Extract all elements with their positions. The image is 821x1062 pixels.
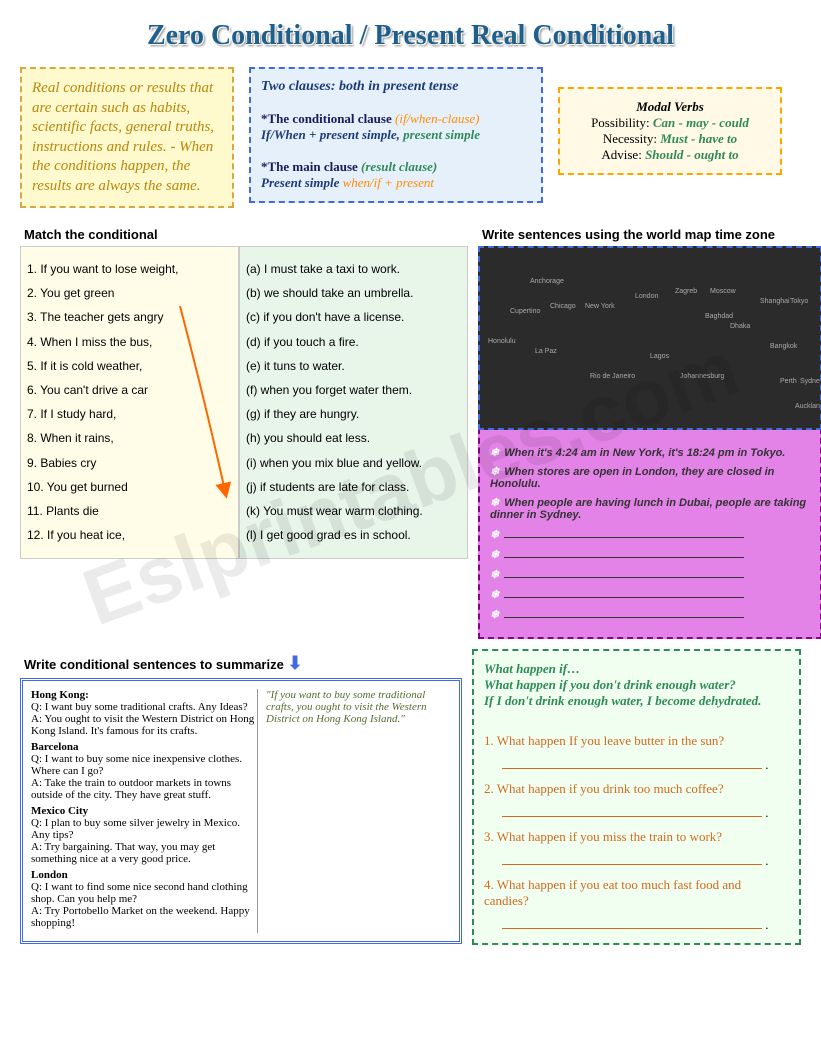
modal-p2v: Must - have to (660, 131, 737, 146)
whatif-blank[interactable] (502, 928, 762, 929)
clause-line2b: present simple (403, 127, 480, 142)
timezone-blank[interactable]: ❄ (490, 567, 810, 581)
timezone-blank[interactable]: ❄ (490, 607, 810, 621)
whatif-blank[interactable] (502, 816, 762, 817)
intro-box: Real conditions or results that are cert… (20, 67, 234, 208)
modal-p1: Possibility: (591, 115, 653, 130)
match-box: 1. If you want to lose weight, 2. You get… (20, 246, 468, 559)
world-map-image: Anchorage Cupertino Chicago New York Hon… (478, 246, 821, 430)
match-right-item: (f) when you forget water them. (246, 381, 461, 400)
summarize-city: LondonQ: I want to find some nice second… (31, 869, 257, 929)
match-left-column: 1. If you want to lose weight, 2. You get… (20, 246, 239, 559)
clause-line4: Present simple (261, 175, 343, 190)
match-right-item: (e) it tuns to water. (246, 357, 461, 376)
match-right-item: (d) if you touch a fire. (246, 333, 461, 352)
match-right-item: (k) You must wear warm clothing. (246, 502, 461, 521)
match-left-item: 4. When I miss the bus, (27, 333, 232, 352)
summarize-city: Mexico CityQ: I plan to buy some silver … (31, 805, 257, 865)
timezone-example: ❄When people are having lunch in Dubai, … (490, 496, 810, 521)
clauses-box: Two clauses: both in present tense *The … (249, 67, 543, 203)
clause-line2: If/When + present simple, (261, 127, 403, 142)
timezone-example: ❄When stores are open in London, they ar… (490, 465, 810, 490)
match-right-item: (i) when you mix blue and yellow. (246, 454, 461, 473)
match-left-item: 2. You get green (27, 284, 232, 303)
timezone-blank[interactable]: ❄ (490, 547, 810, 561)
summarize-example: "If you want to buy some traditional cra… (257, 689, 451, 933)
match-right-item: (a) I must take a taxi to work. (246, 260, 461, 279)
timezone-examples-box: ❄When it's 4:24 am in New York, it's 18:… (478, 428, 821, 639)
match-left-item: 11. Plants die (27, 502, 232, 521)
match-left-item: 8. When it rains, (27, 429, 232, 448)
modal-p3v: Should - ought to (645, 147, 739, 162)
match-left-item: 1. If you want to lose weight, (27, 260, 232, 279)
whatif-question: 3. What happen if you miss the train to … (484, 829, 789, 845)
whatif-question: 1. What happen If you leave butter in th… (484, 733, 789, 749)
match-right-item: (l) I get good grad es in school. (246, 526, 461, 545)
modal-box: Modal Verbs Possibility: Can - may - cou… (558, 87, 782, 175)
modal-p2: Necessity: (603, 131, 660, 146)
match-right-item: (j) if students are late for class. (246, 478, 461, 497)
whatif-blank[interactable] (502, 864, 762, 865)
whatif-ex1: What happen if you don't drink enough wa… (484, 677, 789, 693)
clause-line1: *The conditional clause (261, 111, 395, 126)
timezone-blank[interactable]: ❄ (490, 587, 810, 601)
clause-line4b: when/if + present (343, 175, 434, 190)
match-left-item: 7. If I study hard, (27, 405, 232, 424)
match-header: Match the conditional (20, 223, 162, 246)
clause-line3: *The main clause (261, 159, 361, 174)
match-right-item: (g) if they are hungry. (246, 405, 461, 424)
timezone-header: Write sentences using the world map time… (478, 223, 779, 246)
whatif-ex2: If I don't drink enough water, I become … (484, 693, 789, 709)
whatif-blank[interactable] (502, 768, 762, 769)
modal-title: Modal Verbs (570, 99, 770, 115)
whatif-title: What happen if… (484, 661, 789, 677)
clause-line1b: (if/when-clause) (395, 111, 479, 126)
summarize-city: Hong Kong:Q: I want buy some traditional… (31, 689, 257, 737)
page-title: Zero Conditional / Present Real Conditio… (20, 20, 801, 52)
summarize-city: BarcelonaQ: I want to buy some nice inex… (31, 741, 257, 801)
summarize-box: Hong Kong:Q: I want buy some traditional… (20, 678, 462, 944)
match-left-item: 9. Babies cry (27, 454, 232, 473)
match-left-item: 10. You get burned (27, 478, 232, 497)
match-left-item: 3. The teacher gets angry (27, 308, 232, 327)
modal-p3: Advise: (601, 147, 645, 162)
whatif-question: 2. What happen if you drink too much cof… (484, 781, 789, 797)
match-left-item: 5. If it is cold weather, (27, 357, 232, 376)
match-left-item: 6. You can't drive a car (27, 381, 232, 400)
whatif-question: 4. What happen if you eat too much fast … (484, 877, 789, 909)
clauses-header: Two clauses: both in present tense (261, 79, 531, 95)
whatif-box: What happen if… What happen if you don't… (472, 649, 801, 945)
match-right-item: (h) you should eat less. (246, 429, 461, 448)
match-right-item: (c) if you don't have a license. (246, 308, 461, 327)
match-right-item: (b) we should take an umbrella. (246, 284, 461, 303)
match-right-column: (a) I must take a taxi to work. (b) we sh… (239, 246, 468, 559)
timezone-blank[interactable]: ❄ (490, 527, 810, 541)
match-left-item: 12. If you heat ice, (27, 526, 232, 545)
summarize-header: Write conditional sentences to summarize… (20, 649, 307, 678)
modal-p1v: Can - may - could (653, 115, 749, 130)
down-arrow-icon: ⬇ (287, 653, 302, 673)
clause-line3b: (result clause) (361, 159, 437, 174)
timezone-example: ❄When it's 4:24 am in New York, it's 18:… (490, 446, 810, 459)
